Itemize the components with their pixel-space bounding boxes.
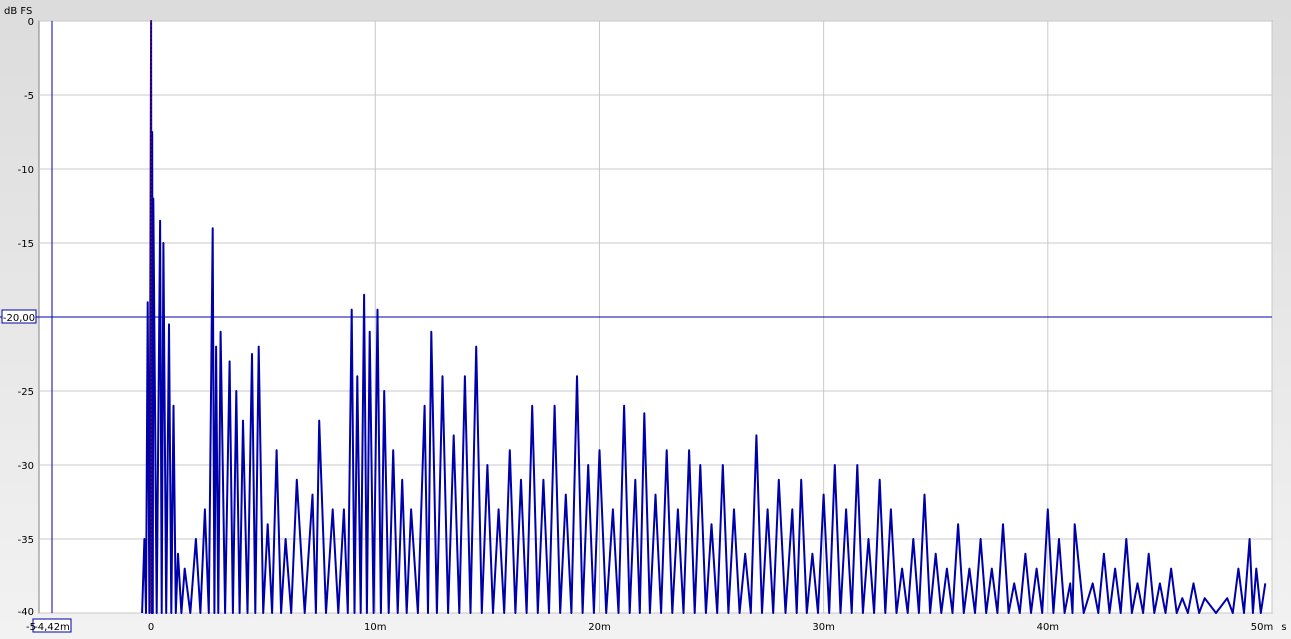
y-tick-label: -40 <box>18 607 34 618</box>
y-tick-label: -35 <box>18 535 34 546</box>
y-tick-label: 0 <box>28 17 34 28</box>
y-axis-label: dB FS <box>4 6 32 17</box>
x-tick-label: -5 <box>26 622 36 633</box>
cursor-y-label: -20,00 <box>3 313 35 324</box>
y-tick-label: -15 <box>18 239 34 250</box>
x-axis-unit: s <box>1281 622 1286 633</box>
y-tick-label: -10 <box>18 165 34 176</box>
impulse-response-chart: -20,00 -4,42m 0 -5 -10 -15 -25 -30 -35 -40 0 10m 2… <box>0 6 1287 633</box>
x-tick-label: 10m <box>364 622 386 633</box>
x-tick-label: 40m <box>1037 622 1059 633</box>
x-axis: 0 10m 20m 30m 40m 50m s -5 <box>26 622 1287 633</box>
y-tick-label: -5 <box>24 91 34 102</box>
cursor-x-label: -4,42m <box>34 622 70 633</box>
x-tick-label: 50m <box>1251 622 1273 633</box>
x-tick-label: 20m <box>588 622 610 633</box>
x-tick-label: 0 <box>148 622 154 633</box>
y-tick-label: -30 <box>18 461 34 472</box>
x-tick-label: 30m <box>812 622 834 633</box>
y-tick-label: -25 <box>18 387 34 398</box>
